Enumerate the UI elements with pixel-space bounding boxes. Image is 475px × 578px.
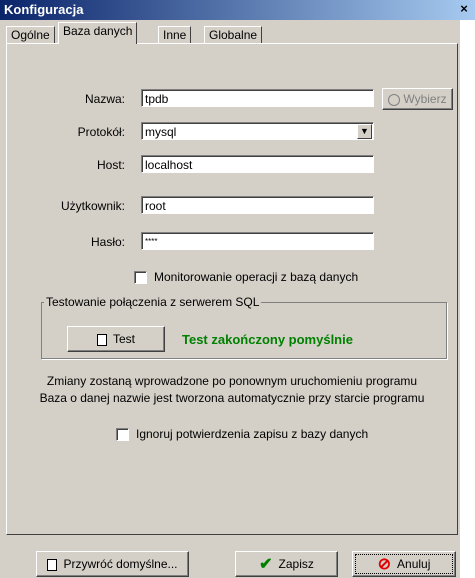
monitor-checkbox[interactable] <box>134 271 147 284</box>
ignore-label: Ignoruj potwierdzenia zapisu z bazy dany… <box>136 427 369 441</box>
host-label: Host: <box>96 158 125 172</box>
info-line-1: Zmiany zostaną wprowadzone po ponownym u… <box>46 374 418 388</box>
info-line-2: Baza o danej nazwie jest tworzona automa… <box>39 391 425 405</box>
name-field[interactable]: tpdb <box>141 89 374 107</box>
host-field[interactable]: localhost <box>141 155 374 173</box>
window-title: Konfiguracja <box>4 2 84 17</box>
chevron-down-icon[interactable]: ▼ <box>357 124 372 139</box>
tab-other[interactable]: Inne <box>158 26 192 44</box>
name-label: Nazwa: <box>84 92 125 106</box>
close-icon[interactable]: × <box>457 2 471 16</box>
test-result: Test zakończony pomyślnie <box>182 332 353 347</box>
tab-global[interactable]: Globalne <box>204 26 263 44</box>
protocol-value: mysql <box>145 125 177 139</box>
circle-icon <box>388 93 401 106</box>
monitor-label: Monitorowanie operacji z bazą danych <box>154 270 359 284</box>
test-group-title: Testowanie połączenia z serwerem SQL <box>44 295 262 309</box>
checkmark-icon: ✔ <box>259 555 273 573</box>
save-button[interactable]: ✔ Zapisz <box>235 551 338 577</box>
tab-database[interactable]: Baza danych <box>58 22 138 44</box>
user-label: Użytkownik: <box>60 199 125 213</box>
protocol-label: Protokół: <box>77 125 125 139</box>
user-field[interactable]: root <box>141 196 374 214</box>
cancel-icon: ⊘ <box>377 555 392 573</box>
ignore-checkbox[interactable] <box>116 428 129 441</box>
protocol-select[interactable]: mysql ▼ <box>141 122 374 140</box>
restore-defaults-button[interactable]: Przywróć domyślne... <box>36 551 189 577</box>
database-panel: Nazwa: tpdb Wybierz Protokół: mysql ▼ Ho… <box>6 43 458 535</box>
document-icon <box>96 333 107 346</box>
select-button: Wybierz <box>382 88 453 110</box>
tab-general[interactable]: Ogólne <box>6 26 55 44</box>
password-label: Hasło: <box>90 235 125 249</box>
cancel-button[interactable]: ⊘ Anuluj <box>352 551 456 577</box>
config-window: Konfiguracja × Ogólne Baza danych Inne G… <box>0 0 475 578</box>
document-icon <box>47 558 58 571</box>
title-bar: Konfiguracja × <box>0 0 475 20</box>
test-button[interactable]: Test <box>67 326 165 352</box>
password-field[interactable]: **** <box>141 232 374 250</box>
